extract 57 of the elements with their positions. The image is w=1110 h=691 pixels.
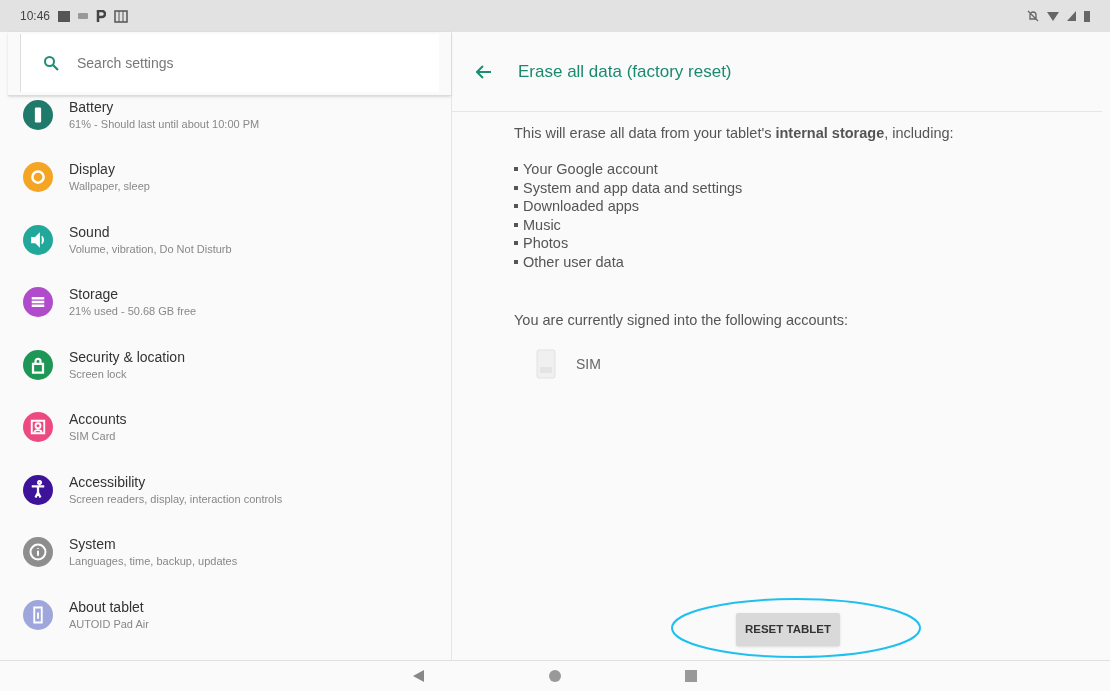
settings-item[interactable]: Display Wallpaper, sleep bbox=[8, 160, 451, 223]
account-name: SIM bbox=[576, 354, 601, 374]
settings-title: Storage bbox=[69, 285, 120, 304]
settings-item[interactable]: Sound Volume, vibration, Do Not Disturb bbox=[8, 222, 451, 285]
erased-item: Downloaded apps bbox=[523, 197, 640, 216]
settings-title: Display bbox=[69, 160, 116, 179]
settings-subtitle: Volume, vibration, Do Not Disturb bbox=[69, 241, 232, 257]
settings-item[interactable]: Storage 21% used - 50.68 GB free bbox=[8, 285, 451, 348]
settings-item[interactable]: System Languages, time, backup, updates bbox=[8, 535, 451, 598]
bullet-icon bbox=[514, 259, 518, 264]
settings-item[interactable]: Battery 61% - Should last until about 10:00 PM bbox=[8, 97, 451, 160]
back-nav-icon[interactable] bbox=[413, 670, 425, 682]
settings-subtitle: Languages, time, backup, updates bbox=[69, 554, 238, 569]
erased-item: Music bbox=[523, 215, 561, 234]
settings-title: Accounts bbox=[69, 410, 127, 429]
settings-title: Sound bbox=[69, 222, 111, 242]
intro-text: This will erase all data from your tablet's internal storage, including: bbox=[514, 124, 955, 143]
home-nav-icon[interactable] bbox=[549, 670, 561, 682]
settings-title: System bbox=[69, 535, 117, 554]
settings-item[interactable]: About tablet AUTOID Pad Air bbox=[8, 597, 451, 660]
wifi-icon bbox=[1047, 11, 1059, 21]
status-time: 10:46 bbox=[20, 8, 51, 25]
search-icon bbox=[43, 55, 59, 72]
bullet-icon bbox=[514, 204, 518, 209]
muted-bell-icon bbox=[1027, 10, 1039, 22]
settings-subtitle: 61% - Should last until about 10:00 PM bbox=[69, 116, 260, 132]
settings-title: Accessibility bbox=[69, 472, 147, 492]
settings-subtitle: Wallpaper, sleep bbox=[69, 179, 150, 194]
bullet-icon bbox=[514, 222, 518, 227]
erased-item: System and app data and settings bbox=[523, 178, 743, 197]
battery-status-icon bbox=[1084, 10, 1090, 22]
settings-title: Battery bbox=[69, 97, 115, 117]
settings-subtitle: SIM Card bbox=[69, 429, 117, 444]
page-title: Erase all data (factory reset) bbox=[518, 60, 732, 83]
settings-item[interactable]: Security & location Screen lock bbox=[8, 347, 451, 410]
settings-title: Security & location bbox=[69, 347, 185, 367]
parking-icon bbox=[96, 10, 107, 22]
bullet-icon bbox=[514, 241, 518, 246]
erased-item: Other user data bbox=[523, 252, 624, 271]
settings-item[interactable]: Accounts SIM Card bbox=[8, 410, 451, 473]
erased-item: Photos bbox=[523, 234, 569, 253]
search-bar[interactable]: Search settings bbox=[20, 34, 439, 93]
settings-subtitle: AUTOID Pad Air bbox=[69, 616, 149, 632]
image-icon bbox=[58, 10, 71, 22]
settings-subtitle: Screen lock bbox=[69, 366, 128, 382]
settings-title: About tablet bbox=[69, 597, 145, 617]
grid-icon bbox=[114, 9, 129, 23]
settings-item[interactable]: Accessibility Screen readers, display, interaction controls bbox=[8, 472, 451, 535]
erased-item: Your Google account bbox=[523, 160, 658, 179]
accounts-heading: You are currently signed into the following accounts: bbox=[514, 311, 849, 330]
reset-tablet-button[interactable]: RESET TABLET bbox=[735, 613, 840, 646]
settings-subtitle: Screen readers, display, interaction controls bbox=[69, 491, 283, 507]
bullet-icon bbox=[514, 185, 518, 190]
bullet-icon bbox=[514, 167, 518, 172]
search-field[interactable]: Search settings bbox=[77, 52, 417, 74]
settings-subtitle: 21% used - 50.68 GB free bbox=[69, 304, 197, 319]
signal-icon bbox=[1067, 11, 1076, 21]
